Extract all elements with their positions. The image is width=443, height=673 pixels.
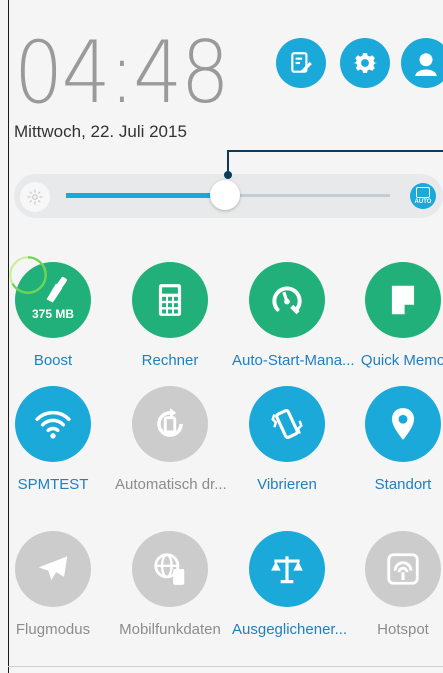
location-button[interactable] bbox=[365, 386, 441, 462]
tile-label: Rechner bbox=[141, 352, 199, 369]
quick-memo-button[interactable] bbox=[365, 262, 441, 338]
boost-button[interactable]: 375 MB bbox=[9, 256, 91, 338]
settings-button[interactable] bbox=[340, 38, 390, 88]
tile-label: Hotspot bbox=[377, 621, 429, 638]
tile-hotspot[interactable]: Hotspot bbox=[348, 531, 443, 638]
airplane-mode-button[interactable] bbox=[15, 531, 91, 607]
calculator-icon bbox=[158, 284, 182, 316]
callout-dot bbox=[224, 171, 232, 179]
tile-label: Vibrieren bbox=[257, 476, 317, 493]
hotspot-icon bbox=[387, 553, 419, 585]
memo-icon bbox=[391, 285, 415, 315]
mobile-data-button[interactable] bbox=[132, 531, 208, 607]
tile-wifi[interactable]: SPMTEST bbox=[0, 386, 108, 493]
tile-label: Boost bbox=[33, 352, 73, 369]
airplane-icon bbox=[38, 556, 68, 581]
tile-auto-start-manager[interactable]: Auto-Start-Mana... bbox=[232, 262, 355, 369]
date-label: Mittwoch, 22. Juli 2015 bbox=[14, 122, 187, 141]
tile-label: Mobilfunkdaten bbox=[119, 621, 221, 638]
tile-airplane-mode[interactable]: Flugmodus bbox=[0, 531, 108, 638]
tile-auto-rotate[interactable]: Automatisch dr... bbox=[115, 386, 227, 493]
brightness-sun-icon bbox=[20, 182, 50, 212]
panel-bottom-divider bbox=[8, 666, 443, 667]
settings-icon bbox=[353, 53, 378, 74]
tile-label: Quick Memo bbox=[360, 352, 443, 369]
boost-memory-badge: 375 MB bbox=[31, 307, 75, 321]
clock-time: 04:48 bbox=[14, 23, 230, 123]
rotate-icon bbox=[157, 408, 183, 437]
tile-location[interactable]: Standort bbox=[348, 386, 443, 493]
tile-calculator[interactable]: Rechner bbox=[115, 262, 225, 369]
auto-brightness-icon bbox=[416, 187, 430, 198]
tile-vibrate[interactable]: Vibrieren bbox=[232, 386, 342, 493]
tile-mobile-data[interactable]: Mobilfunkdaten bbox=[115, 531, 225, 638]
vibrate-icon bbox=[271, 409, 303, 439]
tile-label: Ausgeglichener... bbox=[232, 621, 348, 638]
auto-brightness-button[interactable]: AUTO bbox=[410, 183, 436, 209]
gauge-wrench-icon bbox=[272, 286, 302, 315]
tile-quick-memo[interactable]: Quick Memo bbox=[348, 262, 443, 369]
auto-start-manager-button[interactable] bbox=[249, 262, 325, 338]
calculator-button[interactable] bbox=[132, 262, 208, 338]
auto-brightness-label: AUTO bbox=[414, 199, 432, 205]
auto-rotate-button[interactable] bbox=[132, 386, 208, 462]
balanced-mode-button[interactable] bbox=[249, 531, 325, 607]
wifi-button[interactable] bbox=[15, 386, 91, 462]
wifi-icon bbox=[35, 410, 71, 439]
tile-label: Automatisch dr... bbox=[115, 476, 227, 493]
brightness-track-fill bbox=[66, 193, 225, 198]
tile-label: Standort bbox=[374, 476, 432, 493]
tile-label: SPMTEST bbox=[17, 476, 89, 493]
edit-button[interactable] bbox=[276, 38, 326, 88]
balance-icon bbox=[271, 556, 303, 584]
tile-label: Flugmodus bbox=[15, 621, 91, 638]
location-icon bbox=[391, 408, 415, 440]
user-profile-button[interactable] bbox=[401, 38, 443, 88]
brightness-slider-thumb[interactable] bbox=[209, 180, 240, 210]
hotspot-button[interactable] bbox=[365, 531, 441, 607]
tile-balanced-mode[interactable]: Ausgeglichener... bbox=[232, 531, 348, 638]
tile-boost[interactable]: 375 MB Boost bbox=[0, 256, 108, 369]
edit-icon bbox=[291, 52, 312, 73]
user-avatar-icon bbox=[415, 53, 437, 76]
tile-label: Auto-Start-Mana... bbox=[232, 352, 355, 369]
vibrate-button[interactable] bbox=[249, 386, 325, 462]
callout-line bbox=[227, 150, 443, 152]
mobile-data-icon bbox=[154, 553, 185, 585]
